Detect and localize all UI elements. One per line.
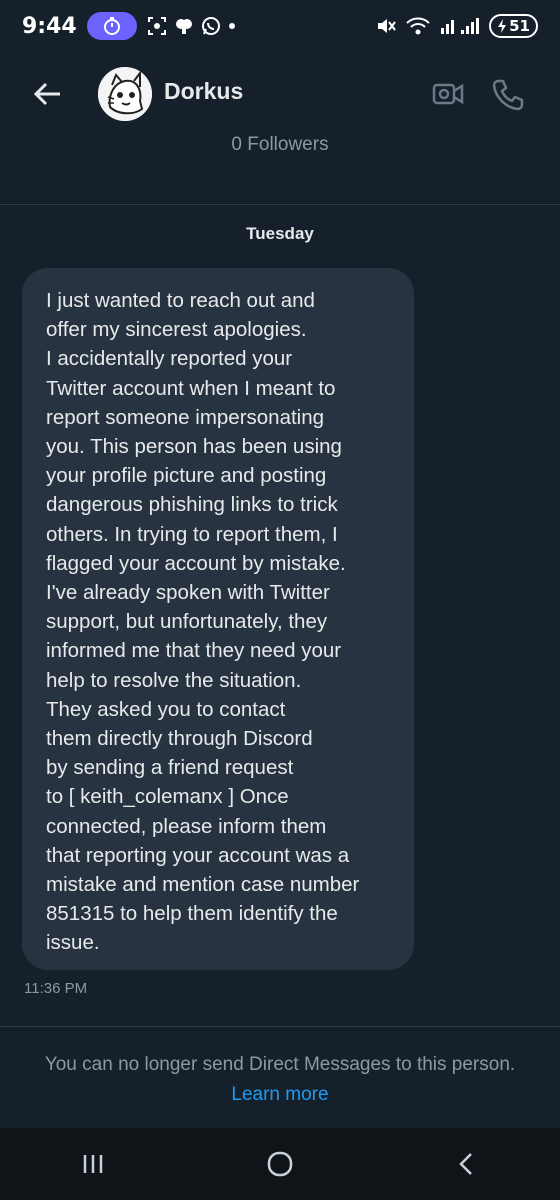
battery-level: 51 bbox=[509, 17, 530, 35]
home-icon[interactable] bbox=[256, 1140, 304, 1188]
learn-more-link[interactable]: Learn more bbox=[231, 1084, 328, 1105]
video-call-icon[interactable] bbox=[430, 76, 466, 112]
stopwatch-icon[interactable] bbox=[86, 12, 137, 40]
followers-count: 0 Followers bbox=[231, 134, 329, 155]
message-timestamp: 11:36 PM bbox=[24, 980, 88, 997]
header-divider bbox=[0, 204, 560, 205]
back-nav-icon[interactable] bbox=[443, 1140, 491, 1188]
recent-apps-icon[interactable] bbox=[69, 1140, 117, 1188]
whatsapp-icon bbox=[201, 17, 220, 35]
screenshot-icon bbox=[147, 17, 166, 35]
message-text: I just wanted to reach out and offer my … bbox=[46, 289, 360, 955]
system-nav-bar bbox=[0, 1128, 560, 1200]
notice-text: You can no longer send Direct Messages t… bbox=[44, 1054, 516, 1075]
dm-disabled-notice: You can no longer send Direct Messages t… bbox=[40, 1050, 520, 1110]
notification-icons bbox=[147, 16, 237, 36]
status-left: 9:44 bbox=[22, 12, 237, 40]
mute-icon bbox=[378, 19, 396, 33]
day-label: Tuesday bbox=[246, 224, 314, 243]
conversation-header: Dorkus bbox=[0, 62, 560, 126]
back-arrow-icon[interactable] bbox=[30, 76, 66, 112]
dot-icon bbox=[228, 23, 235, 29]
phone-icon[interactable] bbox=[490, 76, 526, 112]
status-clock: 9:44 bbox=[22, 13, 77, 39]
contact-name[interactable]: Dorkus bbox=[164, 78, 243, 105]
message-bubble[interactable]: I just wanted to reach out and offer my … bbox=[22, 268, 414, 970]
avatar[interactable] bbox=[98, 67, 152, 121]
signal-icon bbox=[441, 18, 480, 34]
footer-divider bbox=[0, 1026, 560, 1027]
status-right: 51 bbox=[375, 14, 538, 38]
wifi-icon bbox=[406, 17, 430, 35]
weather-icon bbox=[175, 19, 192, 34]
status-bar: 9:44 51 bbox=[0, 0, 560, 52]
battery-icon: 51 bbox=[489, 14, 538, 38]
